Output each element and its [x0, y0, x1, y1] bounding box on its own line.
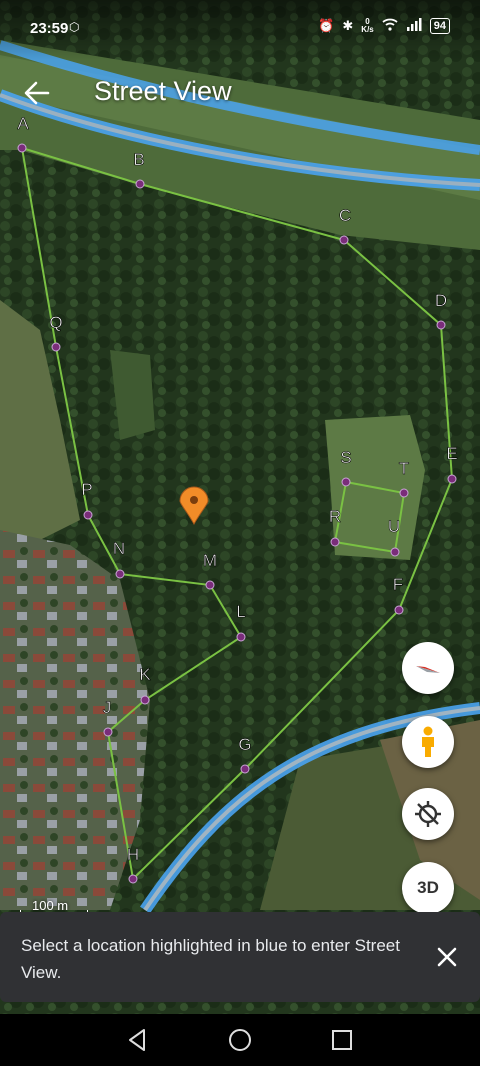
point-label-n: N: [113, 539, 125, 558]
point-label-e: E: [446, 444, 457, 463]
compass-icon: [416, 666, 440, 673]
settings-status-icon: ⬡: [69, 20, 80, 34]
triangle-back-icon: [129, 1029, 145, 1051]
nav-recents-button[interactable]: [328, 1026, 356, 1054]
nav-home-button[interactable]: [226, 1026, 254, 1054]
bluetooth-icon: ✱: [342, 18, 354, 33]
system-navigation-bar: [0, 1014, 480, 1066]
app-header: Street View: [0, 70, 480, 116]
point-label-r: R: [329, 507, 341, 526]
arrow-left-icon: [24, 81, 50, 105]
battery-indicator: 94: [429, 18, 450, 34]
close-icon: [437, 947, 457, 967]
status-time: 23:59: [30, 20, 69, 37]
status-icons: ⏰ ✱ 0 K/s 94: [318, 18, 450, 34]
pegman-icon: [422, 726, 434, 757]
point-label-d: D: [435, 291, 447, 310]
point-label-a: A: [17, 114, 29, 133]
point-label-j: J: [103, 698, 112, 717]
compass-button[interactable]: [402, 642, 454, 694]
close-button[interactable]: [432, 942, 462, 972]
point-label-u: U: [388, 517, 400, 536]
snackbar-message: Select a location highlighted in blue to…: [21, 936, 400, 982]
point-label-b: B: [133, 150, 144, 169]
point-label-g: G: [238, 735, 251, 754]
alarm-icon: ⏰: [318, 18, 335, 33]
point-label-k: K: [139, 665, 151, 684]
square-recents-icon: [332, 1030, 352, 1050]
network-speed: 0 K/s: [361, 18, 373, 34]
point-label-q: Q: [49, 313, 62, 332]
page-title: Street View: [94, 76, 232, 106]
point-label-c: C: [339, 206, 351, 225]
circle-home-icon: [229, 1029, 251, 1051]
net-speed-unit: K/s: [361, 25, 374, 34]
street-view-pegman-button[interactable]: [402, 716, 454, 768]
point-label-m: M: [203, 551, 217, 570]
point-label-h: H: [127, 845, 139, 864]
location-off-icon: [415, 801, 441, 827]
point-label-f: F: [393, 575, 403, 594]
my-location-button[interactable]: [402, 788, 454, 840]
back-button[interactable]: [22, 78, 52, 108]
snackbar: Select a location highlighted in blue to…: [0, 912, 480, 1002]
point-label-l: L: [236, 602, 245, 621]
point-label-s: S: [340, 448, 351, 467]
point-label-p: P: [81, 480, 92, 499]
point-label-t: T: [399, 459, 409, 478]
nav-back-button[interactable]: [124, 1026, 152, 1054]
wifi-icon: [382, 18, 398, 34]
status-bar: 23:59 ⬡ ⏰ ✱ 0 K/s 94: [0, 0, 480, 60]
signal-icon: [406, 18, 422, 34]
view-3d-button[interactable]: 3D: [402, 862, 454, 914]
